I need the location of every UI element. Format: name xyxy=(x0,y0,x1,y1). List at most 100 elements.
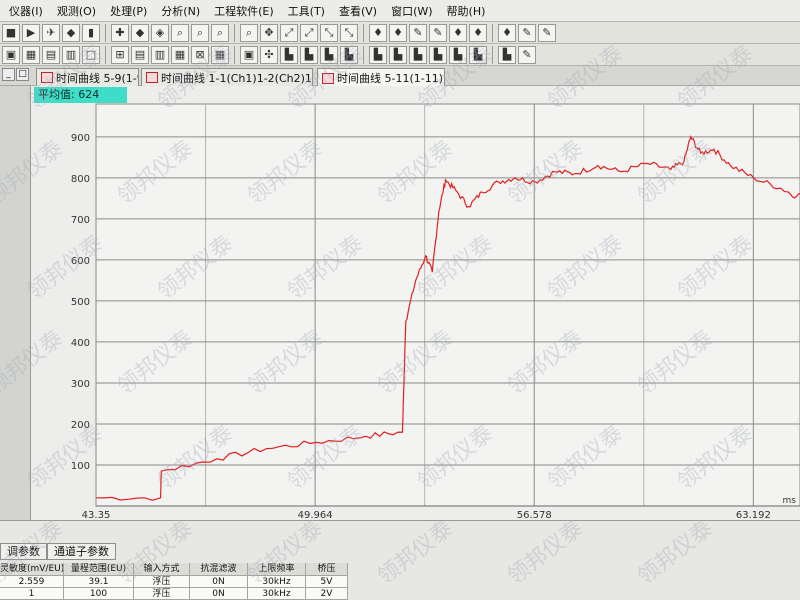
window-controls: _ □ xyxy=(2,68,29,81)
view-tool-icon-12[interactable]: ✣ xyxy=(260,45,278,64)
main-tool-icon-21[interactable]: ♦ xyxy=(449,23,467,42)
parameter-tabs: 调参数 通道子参数 xyxy=(0,543,116,561)
view-tool-icon-20[interactable]: ▙ xyxy=(429,45,447,64)
toolbar-separator xyxy=(492,45,493,64)
main-tool-icon-6[interactable]: ◆ xyxy=(131,23,149,42)
menu-item-1[interactable]: 观测(O) xyxy=(50,3,103,19)
main-tool-icon-4[interactable]: ▮ xyxy=(82,23,100,42)
main-tool-icon-22[interactable]: ♦ xyxy=(469,23,487,42)
view-tool-icon-11[interactable]: ▣ xyxy=(240,45,258,64)
menu-item-2[interactable]: 处理(P) xyxy=(103,3,154,19)
view-tool-icon-6[interactable]: ▤ xyxy=(131,45,149,64)
view-tool-icon-15[interactable]: ▙ xyxy=(320,45,338,64)
menu-item-5[interactable]: 工具(T) xyxy=(281,3,332,19)
main-tool-icon-10[interactable]: ⌕ xyxy=(211,23,229,42)
main-tool-icon-0[interactable]: ■ xyxy=(2,23,20,42)
menu-item-8[interactable]: 帮助(H) xyxy=(440,3,493,19)
y-tick-label: 200 xyxy=(71,420,90,431)
table-row[interactable]: 2.559 39.1 浮压 0N 30kHz 5V xyxy=(0,576,348,588)
document-tab-bar: _ □ 时间曲线 5-9(1-9) 时间曲线 1-1(Ch1)1-2(Ch2)1… xyxy=(0,66,800,87)
view-tool-icon-19[interactable]: ▙ xyxy=(409,45,427,64)
main-tool-icon-13[interactable]: ⤢ xyxy=(280,23,298,42)
parameter-table-header: 灵敏度(mV/EU) 量程范围(EU) 输入方式 抗混滤波 上限频率 桥压 xyxy=(0,563,348,576)
menu-item-7[interactable]: 窗口(W) xyxy=(384,3,439,19)
view-tool-icon-5[interactable]: ⊞ xyxy=(111,45,129,64)
x-unit-label: ms xyxy=(783,496,797,506)
main-tool-icon-11[interactable]: ⌕ xyxy=(240,23,258,42)
table-cell: 0N xyxy=(190,588,248,600)
view-tool-icon-16[interactable]: ▙ xyxy=(340,45,358,64)
tab-params[interactable]: 调参数 xyxy=(0,543,47,560)
main-tool-icon-19[interactable]: ✎ xyxy=(409,23,427,42)
menu-item-0[interactable]: 仪器(I) xyxy=(2,3,50,19)
curve-window-icon xyxy=(41,72,53,83)
y-tick-label: 100 xyxy=(71,461,90,472)
table-cell: 0N xyxy=(190,576,248,588)
tab-time-curve-2[interactable]: 时间曲线 1-1(Ch1)1-2(Ch2)1-3(... xyxy=(141,68,313,86)
view-tool-icon-1[interactable]: ▦ xyxy=(22,45,40,64)
y-tick-label: 800 xyxy=(71,174,90,185)
menu-item-4[interactable]: 工程软件(E) xyxy=(207,3,281,19)
tab-time-curve-3[interactable]: 时间曲线 5-11(1-11) xyxy=(317,68,445,87)
view-tool-icon-24[interactable]: ✎ xyxy=(518,45,536,64)
minimize-icon[interactable]: _ xyxy=(2,68,15,81)
table-cell: 5V xyxy=(306,576,348,588)
main-tool-icon-23[interactable]: ♦ xyxy=(498,23,516,42)
curve-window-icon xyxy=(322,72,334,84)
main-tool-icon-16[interactable]: ⤡ xyxy=(340,23,358,42)
chart-area[interactable]: 100 200 300 400 500 600 700 800 900 43.35 49.964 56… xyxy=(31,86,800,520)
y-tick-label: 600 xyxy=(71,256,90,267)
main-tool-icon-17[interactable]: ♦ xyxy=(369,23,387,42)
view-tool-icon-17[interactable]: ▙ xyxy=(369,45,387,64)
view-tool-icon-4[interactable]: □ xyxy=(82,45,100,64)
restore-icon[interactable]: □ xyxy=(16,68,29,81)
view-tool-icon-8[interactable]: ▦ xyxy=(171,45,189,64)
view-tool-icon-14[interactable]: ▙ xyxy=(300,45,318,64)
toolbar-separator xyxy=(492,23,493,42)
main-tool-icon-8[interactable]: ⌕ xyxy=(171,23,189,42)
view-tool-icon-22[interactable]: ▙ xyxy=(469,45,487,64)
view-tool-icon-3[interactable]: ▥ xyxy=(62,45,80,64)
view-tool-icon-21[interactable]: ▙ xyxy=(449,45,467,64)
view-tool-icon-13[interactable]: ▙ xyxy=(280,45,298,64)
table-cell: 2V xyxy=(306,588,348,600)
main-tool-icon-3[interactable]: ◆ xyxy=(62,23,80,42)
view-tool-icon-2[interactable]: ▤ xyxy=(42,45,60,64)
x-tick-label: 43.35 xyxy=(82,510,111,520)
main-tool-icon-18[interactable]: ♦ xyxy=(389,23,407,42)
main-tool-icon-24[interactable]: ✎ xyxy=(518,23,536,42)
view-tool-icon-0[interactable]: ▣ xyxy=(2,45,20,64)
time-curve-chart[interactable]: 100 200 300 400 500 600 700 800 900 43.35 49.964 56… xyxy=(31,86,800,520)
column-header: 上限频率 xyxy=(248,563,306,576)
table-cell: 浮压 xyxy=(134,588,190,600)
menu-item-6[interactable]: 查看(V) xyxy=(332,3,384,19)
tab-time-curve-1[interactable]: 时间曲线 5-9(1-9) xyxy=(36,68,139,86)
left-panel xyxy=(0,86,31,520)
main-tool-icon-9[interactable]: ⌕ xyxy=(191,23,209,42)
table-row[interactable]: 1 100 浮压 0N 30kHz 2V xyxy=(0,588,348,600)
main-tool-icon-14[interactable]: ⤢ xyxy=(300,23,318,42)
view-tool-icon-9[interactable]: ⊠ xyxy=(191,45,209,64)
tab-channel-params[interactable]: 通道子参数 xyxy=(47,543,116,560)
view-tool-icon-10[interactable]: ▦ xyxy=(211,45,229,64)
main-tool-icon-20[interactable]: ✎ xyxy=(429,23,447,42)
view-tool-icon-23[interactable]: ▙ xyxy=(498,45,516,64)
main-tool-icon-5[interactable]: ✚ xyxy=(111,23,129,42)
column-header: 桥压 xyxy=(306,563,348,576)
view-tool-icon-18[interactable]: ▙ xyxy=(389,45,407,64)
main-tool-icon-1[interactable]: ▶ xyxy=(22,23,40,42)
table-cell: 30kHz xyxy=(248,588,306,600)
main-tool-icon-25[interactable]: ✎ xyxy=(538,23,556,42)
main-tool-icon-7[interactable]: ◈ xyxy=(151,23,169,42)
menu-item-3[interactable]: 分析(N) xyxy=(154,3,207,19)
main-tool-icon-2[interactable]: ✈ xyxy=(42,23,60,42)
y-tick-label: 300 xyxy=(71,379,90,390)
main-tool-icon-15[interactable]: ⤡ xyxy=(320,23,338,42)
menu-bar: 仪器(I) 观测(O) 处理(P) 分析(N) 工程软件(E) 工具(T) 查看(V) 窗口(… xyxy=(0,0,800,22)
main-tool-icon-12[interactable]: ✥ xyxy=(260,23,278,42)
table-cell: 浮压 xyxy=(134,576,190,588)
table-cell: 100 xyxy=(64,588,134,600)
table-cell: 2.559 xyxy=(0,576,64,588)
plot-background xyxy=(95,103,800,507)
view-tool-icon-7[interactable]: ▥ xyxy=(151,45,169,64)
